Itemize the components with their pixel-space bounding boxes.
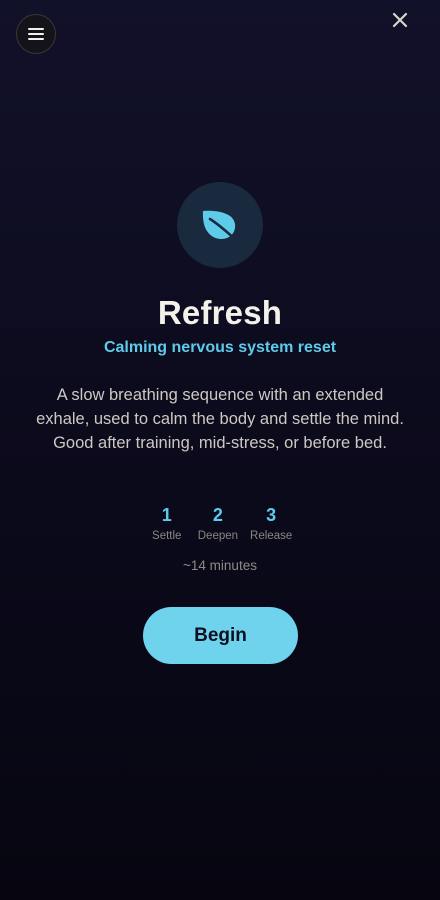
page-subtitle: Calming nervous system reset [103, 339, 337, 356]
close-button[interactable] [388, 10, 412, 30]
step-item: 3 Release [250, 504, 292, 542]
page-title: Refresh [157, 294, 283, 331]
step-item: 2 Deepen [198, 504, 238, 542]
leaf-icon [202, 210, 238, 242]
begin-button[interactable]: Begin [143, 607, 298, 664]
step-number: 1 [161, 505, 172, 525]
leaf-icon-badge [177, 182, 263, 268]
step-label: Release [250, 530, 293, 542]
menu-button[interactable] [16, 14, 56, 54]
session-duration: ~14 minutes [183, 558, 257, 573]
step-number: 2 [212, 505, 223, 525]
step-list: 1 Settle 2 Deepen 3 Release [0, 504, 440, 542]
step-label: Settle [152, 530, 182, 542]
hamburger-menu-icon [28, 28, 44, 40]
session-description: A slow breathing sequence with an extend… [36, 386, 404, 452]
close-icon [392, 12, 408, 28]
step-label: Deepen [197, 530, 239, 542]
step-number: 3 [266, 505, 277, 525]
step-item: 1 Settle [148, 504, 186, 542]
